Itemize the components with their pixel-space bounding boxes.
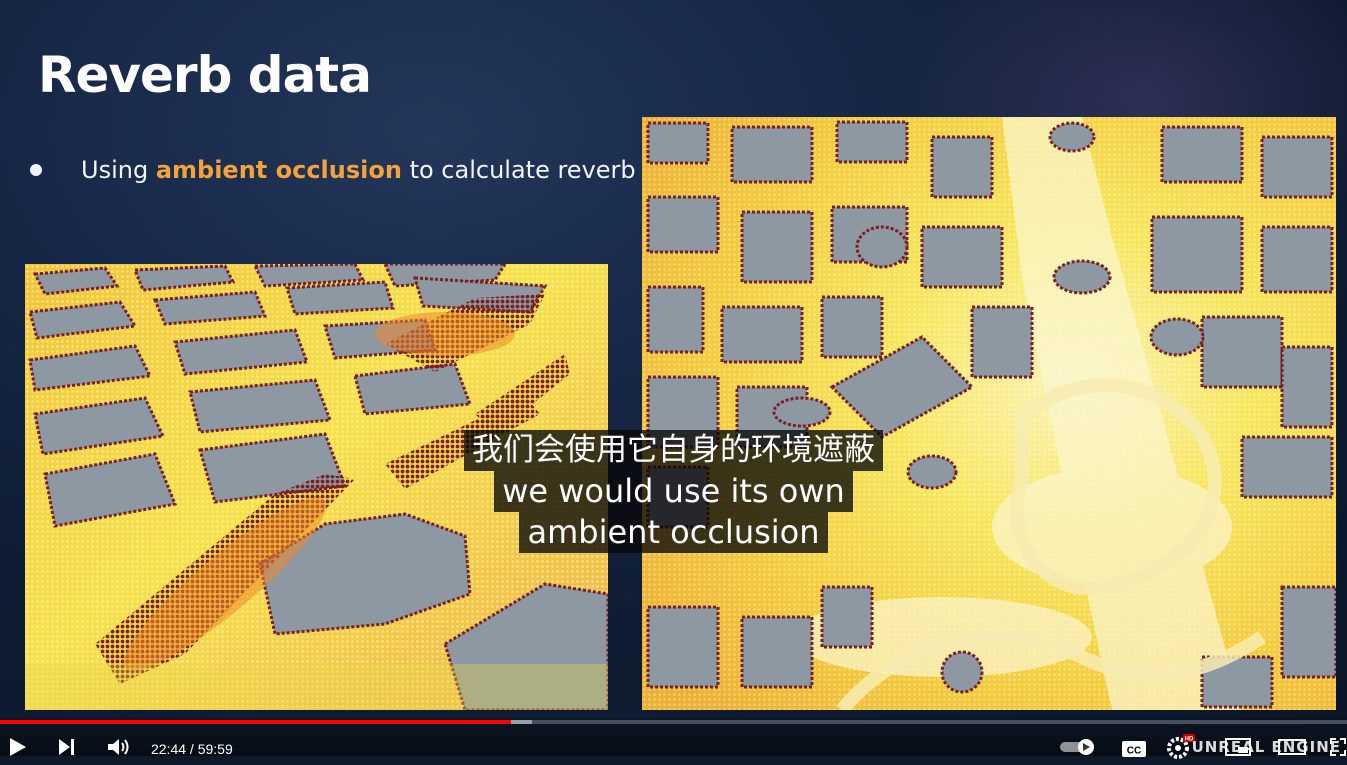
settings-button[interactable]: HD — [1165, 734, 1195, 765]
slide-title: Reverb data — [38, 46, 372, 104]
bullet-text-highlight: ambient occlusion — [155, 156, 402, 184]
bullet-text: Using ambient occlusion to calculate rev… — [81, 156, 636, 184]
slide: Reverb data Using ambient occlusion to c… — [0, 0, 1347, 722]
next-button[interactable] — [56, 736, 78, 763]
autoplay-toggle[interactable] — [1060, 738, 1098, 761]
cc-icon: CC — [1122, 741, 1146, 757]
volume-button[interactable] — [106, 736, 132, 763]
ao-heatmap-topdown-graphic — [642, 117, 1336, 710]
caption-line-chinese: 我们会使用它自身的环境遮蔽 — [464, 430, 883, 471]
play-icon — [10, 738, 26, 756]
bullet-dot-icon — [30, 164, 42, 176]
caption-line-english-2: ambient occlusion — [519, 512, 828, 553]
progress-bar-played[interactable] — [0, 720, 511, 724]
settings-icon: HD — [1167, 734, 1195, 759]
autoplay-toggle-icon — [1060, 739, 1094, 755]
caption-line-english-1: we would use its own — [494, 471, 853, 512]
volume-icon — [108, 739, 129, 755]
cc-label: CC — [1127, 746, 1141, 757]
bullet-text-before: Using — [81, 156, 156, 184]
bullet-item: Using ambient occlusion to calculate rev… — [30, 152, 636, 188]
bullet-text-after: to calculate reverb — [401, 156, 636, 184]
play-button[interactable] — [6, 736, 28, 763]
ao-heatmap-topdown-image — [642, 117, 1336, 710]
caption-overlay: 我们会使用它自身的环境遮蔽 we would use its own ambie… — [0, 430, 1347, 553]
next-icon — [59, 739, 74, 755]
player-controls: 22:44 / 59:59 CC HD UNREAL ENGINE — [0, 718, 1347, 759]
unreal-engine-watermark: UNREAL ENGINE — [1191, 738, 1341, 756]
time-readout: 22:44 / 59:59 — [151, 741, 233, 757]
cc-button[interactable]: CC — [1121, 740, 1147, 763]
